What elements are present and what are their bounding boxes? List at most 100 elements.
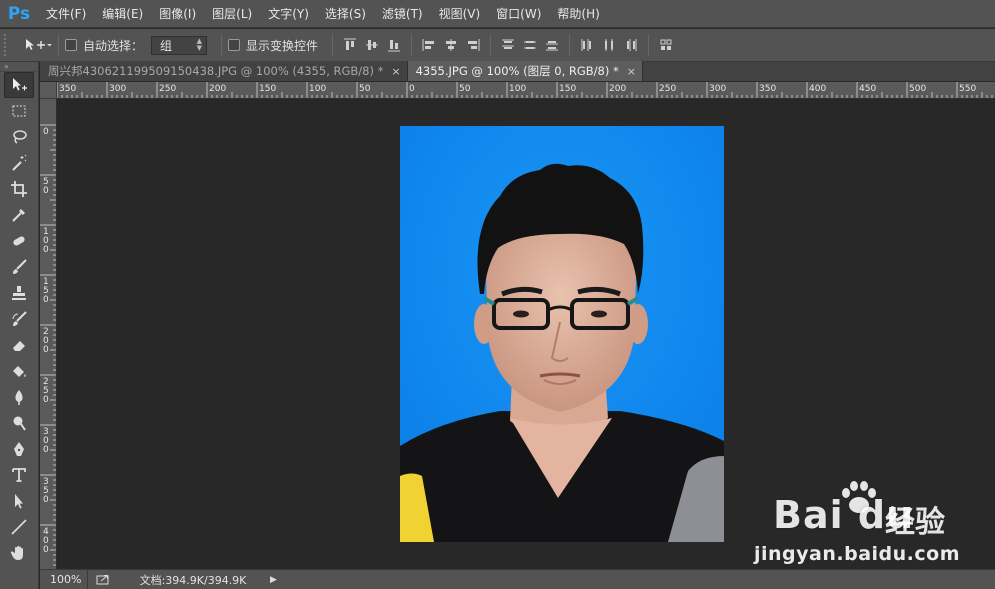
auto-select-value: 组 (160, 38, 173, 53)
pen-tool[interactable] (4, 436, 34, 462)
ruler-label: 150 (559, 84, 576, 94)
magic-wand-tool[interactable] (4, 150, 34, 176)
clone-stamp-tool[interactable] (4, 280, 34, 306)
dodge-icon (13, 416, 26, 431)
document-tab-1[interactable]: 周兴邦430621199509150438.JPG @ 100% (4355, … (40, 61, 408, 81)
ruler-label: 0 (409, 84, 415, 94)
align-hcenter-button[interactable] (440, 34, 462, 56)
vertical-ruler[interactable]: 050100150200250300350400 (40, 99, 57, 569)
distribute-top-icon (502, 39, 515, 49)
ruler-label: 0 (43, 345, 49, 355)
hand-tool[interactable] (4, 540, 34, 566)
align-right-button[interactable] (462, 34, 484, 56)
menu-view[interactable]: 视图(V) (431, 0, 489, 28)
paint-bucket-tool[interactable] (4, 358, 34, 384)
ruler-label: 0 (43, 445, 49, 455)
watermark-url: jingyan.baidu.com (754, 543, 960, 565)
align-bottom-icon (388, 40, 401, 52)
distribute-left-button[interactable] (576, 34, 598, 56)
eyedropper-tool[interactable] (4, 202, 34, 228)
pen-icon (14, 442, 24, 456)
panel-collapse-icon[interactable]: » (0, 62, 38, 72)
menu-help[interactable]: 帮助(H) (549, 0, 607, 28)
align-vcenter-button[interactable] (361, 34, 383, 56)
dodge-tool[interactable] (4, 410, 34, 436)
zoom-level-field[interactable]: 100% (40, 569, 88, 589)
ruler-label: 200 (609, 84, 626, 94)
type-tool[interactable] (4, 462, 34, 488)
horizontal-ruler[interactable]: 350 300 250 200 150 100 50 0 50 100 150 200 250 300 35… (57, 82, 995, 99)
divider (332, 34, 334, 56)
ps-logo: Ps (7, 3, 31, 24)
show-transform-label: 显示变换控件 (246, 38, 319, 53)
align-left-button[interactable] (418, 34, 440, 56)
path-selection-tool[interactable] (4, 488, 34, 514)
distribute-bottom-button[interactable] (541, 34, 563, 56)
history-brush-icon (12, 311, 27, 326)
align-top-button[interactable] (339, 34, 361, 56)
ruler-origin[interactable] (40, 82, 57, 99)
divider (411, 34, 413, 56)
align-top-icon (344, 38, 357, 50)
move-tool[interactable] (4, 72, 34, 98)
export-icon (96, 575, 109, 585)
move-icon (13, 78, 27, 91)
distribute-top-button[interactable] (497, 34, 519, 56)
menu-edit[interactable]: 编辑(E) (94, 0, 151, 28)
ruler-label: 250 (159, 84, 176, 94)
lasso-tool[interactable] (4, 124, 34, 150)
ruler-label: 0 (43, 545, 49, 555)
eyedropper-icon (12, 209, 25, 222)
close-icon[interactable]: × (391, 65, 400, 78)
brush-tool[interactable] (4, 254, 34, 280)
ruler-label: 0 (43, 127, 49, 137)
menu-layer[interactable]: 图层(L) (204, 0, 260, 28)
options-grip[interactable] (4, 34, 12, 56)
share-icon[interactable] (88, 574, 118, 585)
divider (221, 34, 223, 56)
type-icon (12, 468, 26, 482)
healing-brush-tool[interactable] (4, 228, 34, 254)
move-tool-icon (26, 39, 52, 50)
distribute-hcenter-button[interactable] (598, 34, 620, 56)
align-right-icon (468, 39, 480, 51)
document-tab-2[interactable]: 4355.JPG @ 100% (图层 0, RGB/8) * × (407, 61, 643, 81)
ruler-label: 200 (209, 84, 226, 94)
history-brush-tool[interactable] (4, 306, 34, 332)
menu-select[interactable]: 选择(S) (317, 0, 374, 28)
menu-file[interactable]: 文件(F) (38, 0, 94, 28)
distribute-right-icon (627, 39, 637, 51)
show-transform-checkbox[interactable] (228, 39, 241, 51)
ruler-label: 0 (43, 395, 49, 405)
marquee-tool[interactable] (4, 98, 34, 124)
menu-filter[interactable]: 滤镜(T) (374, 0, 431, 28)
close-icon[interactable]: × (627, 65, 636, 78)
menu-bar: Ps 文件(F) 编辑(E) 图像(I) 图层(L) 文字(Y) 选择(S) 滤… (0, 0, 995, 28)
auto-align-layers-button[interactable] (655, 34, 677, 56)
menu-window[interactable]: 窗口(W) (488, 0, 549, 28)
status-menu-arrow-icon[interactable]: ▶ (270, 575, 277, 585)
line-tool[interactable] (4, 514, 34, 540)
distribute-vcenter-button[interactable] (519, 34, 541, 56)
blur-tool[interactable] (4, 384, 34, 410)
ruler-label: 50 (359, 84, 371, 94)
horizontal-ruler-scale: 350 300 250 200 150 100 50 0 50 100 150 200 250 300 35… (57, 82, 993, 98)
brush-icon (13, 259, 27, 274)
crop-tool[interactable] (4, 176, 34, 202)
menu-type[interactable]: 文字(Y) (260, 0, 317, 28)
auto-select-dropdown[interactable]: 组 ▲ ▼ (151, 35, 208, 55)
ruler-label: 400 (809, 84, 826, 94)
spin-arrows-icon: ▲ ▼ (196, 37, 203, 52)
portrait-photo[interactable] (400, 126, 724, 542)
distribute-right-button[interactable] (620, 34, 642, 56)
ruler-label: 250 (659, 84, 676, 94)
document-tab-bar: 周兴邦430621199509150438.JPG @ 100% (4355, … (40, 61, 995, 82)
align-bottom-button[interactable] (383, 34, 405, 56)
auto-select-checkbox[interactable] (65, 39, 77, 51)
menu-image[interactable]: 图像(I) (151, 0, 204, 28)
photoshop-window: Ps 文件(F) 编辑(E) 图像(I) 图层(L) 文字(Y) 选择(S) 滤… (0, 0, 995, 589)
eraser-tool[interactable] (4, 332, 34, 358)
document-info: 文档:394.9K/394.9K (139, 573, 247, 587)
tool-preset-picker[interactable] (22, 35, 52, 55)
blur-icon (15, 390, 23, 405)
